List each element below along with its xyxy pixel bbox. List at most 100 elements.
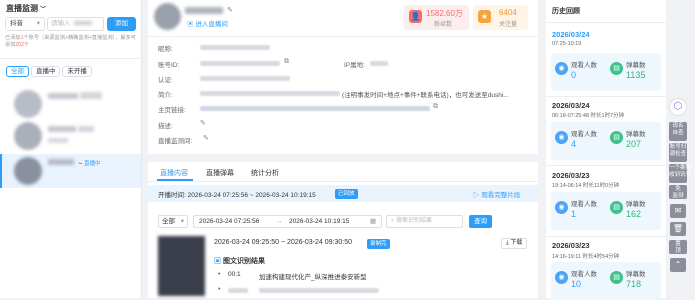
record-date[interactable]: 2026/03/24	[552, 30, 590, 39]
panel-title: 直播监测 ﹀	[6, 4, 47, 13]
tool-pin[interactable]: 置 顶	[669, 240, 687, 254]
account-label: 昵称:	[158, 46, 173, 53]
status-tag: 已回放	[335, 189, 358, 199]
intro-label: 简介:	[158, 92, 173, 99]
tool-source-check[interactable]: 账号归 源检查	[669, 143, 687, 162]
edit-icon[interactable]: ✎	[200, 119, 206, 127]
record-card[interactable]: ◉ 观看人数 10 ▤ 弹幕数 718	[551, 262, 661, 300]
eye-icon: ◉	[555, 201, 568, 214]
edit-icon[interactable]: ✎	[227, 6, 233, 14]
record-date[interactable]: 2026/03/24	[552, 101, 590, 110]
eye-icon: ◉	[555, 131, 568, 144]
calendar-icon[interactable]: ▦	[370, 216, 376, 227]
segment-time: 2026-03-24 09:25:50 ~ 2026-03-24 09:30:5…	[214, 239, 352, 246]
tool-exempt[interactable]: 免 监测	[669, 185, 687, 199]
eye-icon: ◉	[555, 271, 568, 284]
chevron-up-icon[interactable]: ⌃	[670, 258, 686, 272]
tool-case-signal[interactable]: 一个案件 收到讯号	[669, 164, 691, 183]
copy-icon[interactable]: ⧉	[433, 103, 438, 111]
eye-icon: ◉	[555, 62, 568, 75]
fans-stat: 👤 1582.60万 粉丝数	[404, 5, 469, 30]
record-card[interactable]: ◉ 观看人数 1 ▤ 弹幕数 162	[551, 192, 661, 230]
full-replay-link[interactable]: ▷ 观看完整片段	[473, 189, 520, 199]
message-icon: ▤	[610, 131, 623, 144]
tab-live-content[interactable]: 直播内容	[160, 168, 188, 178]
record-date[interactable]: 2026/03/23	[552, 171, 590, 180]
record-time: 19:14-06:14 时长11时0分钟	[552, 183, 620, 189]
video-thumbnail[interactable]	[158, 236, 205, 296]
live-badge: ⏦ 直播中	[78, 161, 101, 167]
date-start[interactable]: 2026-03-24 07:25:56	[199, 216, 259, 227]
filter-live[interactable]: 直播中	[30, 66, 61, 77]
star-icon: ★	[478, 10, 491, 23]
search-icon: ⌕	[391, 218, 395, 224]
record-card[interactable]: ◉ 观看人数 0 ▤ 弹幕数 1135	[551, 53, 661, 91]
id-label: 账号ID:	[158, 62, 180, 69]
homepage-label: 主页链接:	[158, 107, 186, 114]
ip-label: IP属地:	[344, 62, 365, 69]
tool-strip: 现名 自查 账号归 源检查 一个案件 收到讯号 免 监测 ✉ 🗑 置 顶 ⌃	[669, 100, 691, 298]
list-item[interactable]	[0, 118, 141, 154]
image-icon: ▣	[214, 258, 221, 265]
download-button[interactable]: ⤓ 下载	[501, 238, 528, 249]
segment-tag: 录制完	[367, 239, 390, 249]
ocr-text: 加速构建现代化产_纵深推进泰安新型	[259, 274, 367, 281]
platform-select[interactable]: 抖音 ▾	[5, 17, 45, 31]
message-icon: ▤	[610, 271, 623, 284]
room-label: 直播监测间:	[158, 138, 193, 145]
record-time: 07:25-10:19	[552, 41, 582, 47]
date-range[interactable]: 2026-03-24 07:25:56 → 2026-03-24 10:19:1…	[193, 215, 382, 228]
account-name	[185, 7, 223, 14]
ocr-title: ▣ 图文识别结果	[214, 258, 265, 265]
record-card[interactable]: ◉ 观看人数 4 ▤ 弹幕数 207	[551, 122, 661, 160]
trash-icon[interactable]: 🗑	[670, 222, 686, 236]
follow-stat: ★ 6404 关注量	[473, 5, 528, 30]
tool-name-check[interactable]: 现名 自查	[669, 122, 687, 141]
message-icon: ▤	[610, 62, 623, 75]
desc-label: 描述:	[158, 123, 173, 130]
copy-icon[interactable]: ⧉	[284, 58, 289, 66]
auth-label: 认证:	[158, 77, 173, 84]
user-icon: 👤	[409, 10, 422, 23]
avatar	[154, 3, 181, 30]
fans-value: 1582.60万	[426, 9, 463, 18]
query-button[interactable]: 查询	[469, 215, 492, 228]
tab-danmu[interactable]: 直播弹幕	[206, 168, 234, 178]
download-icon: ⤓	[506, 240, 509, 246]
search-input[interactable]: 请输入	[47, 17, 104, 31]
edit-icon[interactable]: ✎	[203, 134, 209, 142]
left-panel: 直播监测 ﹀ 抖音 ▾ 请输入 添加 已添加1个账号（来源监测+精确监测+直播监测…	[0, 0, 142, 298]
history-title: 历史回顾	[552, 8, 580, 15]
filter-all[interactable]: 全部	[6, 66, 29, 77]
message-icon: ▤	[610, 201, 623, 214]
ocr-row: •	[218, 271, 221, 278]
result-search-input[interactable]: ⌕ 搜索识别结果	[386, 215, 463, 228]
filter-offline[interactable]: 未开播	[62, 66, 92, 77]
add-hint: 已添加1个账号（来源监测+精确监测+直播监测），最多可添加202个	[5, 35, 136, 48]
play-icon: ▷	[473, 192, 480, 199]
fans-label: 粉丝数	[434, 22, 453, 28]
live-panel: 直播内容 直播弹幕 统计分析 开播时间: 2026-03-24 07:25:56…	[148, 162, 538, 298]
intro-text: (注明事发时间+地点+事件+联系电话)，也可发送至dushi...	[342, 92, 509, 99]
date-end[interactable]: 2026-03-24 10:19:15	[289, 216, 349, 227]
history-panel: 历史回顾 2026/03/24 07:25-10:19 ◉ 观看人数 0 ▤ 弹幕数 1…	[546, 0, 666, 300]
open-time: 开播时间: 2026-03-24 07:25:56 ~ 2026-03-24 1…	[158, 192, 316, 199]
arrow-right-icon: →	[276, 218, 283, 225]
record-time: 06:18-07:25:48 时长1时7分钟	[552, 113, 625, 119]
add-button[interactable]: 添加	[107, 17, 136, 31]
signal-icon: ⏦	[78, 161, 83, 167]
tab-stats[interactable]: 统计分析	[251, 168, 279, 178]
open-time-bar: 开播时间: 2026-03-24 07:25:56 ~ 2026-03-24 1…	[148, 185, 538, 202]
record-time: 14:16-19:11 时长4时54分钟	[552, 254, 620, 260]
filter-tabs: 全部 直播中 未开播	[6, 66, 92, 77]
record-date[interactable]: 2026/03/23	[552, 241, 590, 250]
chevron-down-icon[interactable]: ﹀	[40, 7, 46, 13]
tv-icon: ▣	[187, 21, 194, 28]
filter-select[interactable]: 全部 ▾	[158, 215, 188, 228]
list-item-active[interactable]: ⏦ 直播中	[0, 154, 141, 188]
ocr-time: 00:1	[228, 271, 241, 278]
enter-live-link[interactable]: ▣ 进入直播间	[187, 18, 228, 28]
message-icon[interactable]: ✉	[670, 204, 686, 218]
follow-value: 6404	[499, 8, 517, 17]
follow-label: 关注量	[499, 22, 518, 28]
